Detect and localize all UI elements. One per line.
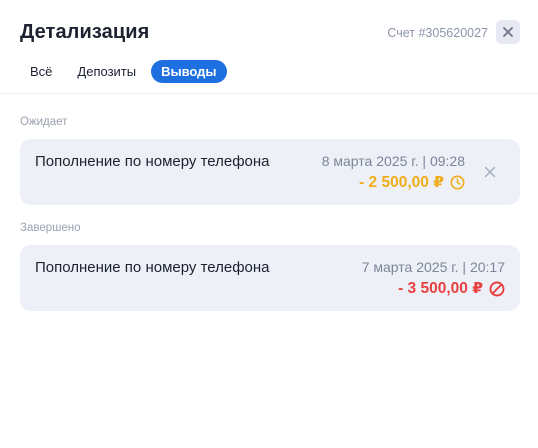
transaction-title: Пополнение по номеру телефона bbox=[35, 153, 270, 170]
details-modal: Детализация Счет #305620027 Всё Депозиты… bbox=[0, 0, 538, 448]
tab-withdrawals[interactable]: Выводы bbox=[151, 60, 227, 83]
close-icon bbox=[503, 27, 513, 37]
cancel-withdrawal-button[interactable] bbox=[484, 165, 496, 178]
blocked-icon bbox=[489, 281, 505, 297]
close-button[interactable] bbox=[496, 20, 520, 44]
transaction-date: 7 марта 2025 г. | 20:17 bbox=[361, 259, 505, 275]
transaction-amount: - 2 500,00 ₽ bbox=[359, 173, 465, 192]
clock-icon bbox=[450, 175, 465, 190]
close-icon bbox=[484, 166, 496, 178]
header-divider bbox=[0, 93, 538, 94]
section-label-pending: Ожидает bbox=[20, 116, 68, 128]
tab-bar: Всё Депозиты Выводы bbox=[20, 60, 232, 83]
tab-deposits[interactable]: Депозиты bbox=[67, 60, 146, 83]
transaction-amount: - 3 500,00 ₽ bbox=[398, 279, 505, 298]
transaction-date: 8 марта 2025 г. | 09:28 bbox=[321, 153, 465, 169]
transaction-card-pending[interactable]: Пополнение по номеру телефона 8 марта 20… bbox=[20, 139, 520, 205]
amount-value: - 2 500,00 ₽ bbox=[359, 174, 444, 191]
transaction-card-completed[interactable]: Пополнение по номеру телефона 7 марта 20… bbox=[20, 245, 520, 311]
amount-value: - 3 500,00 ₽ bbox=[398, 280, 483, 297]
account-number: Счет #305620027 bbox=[387, 26, 488, 40]
modal-title: Детализация bbox=[20, 21, 150, 43]
modal-header: Детализация Счет #305620027 bbox=[20, 20, 520, 46]
section-label-completed: Завершено bbox=[20, 222, 81, 234]
transaction-title: Пополнение по номеру телефона bbox=[35, 259, 270, 276]
tab-all[interactable]: Всё bbox=[20, 60, 62, 83]
